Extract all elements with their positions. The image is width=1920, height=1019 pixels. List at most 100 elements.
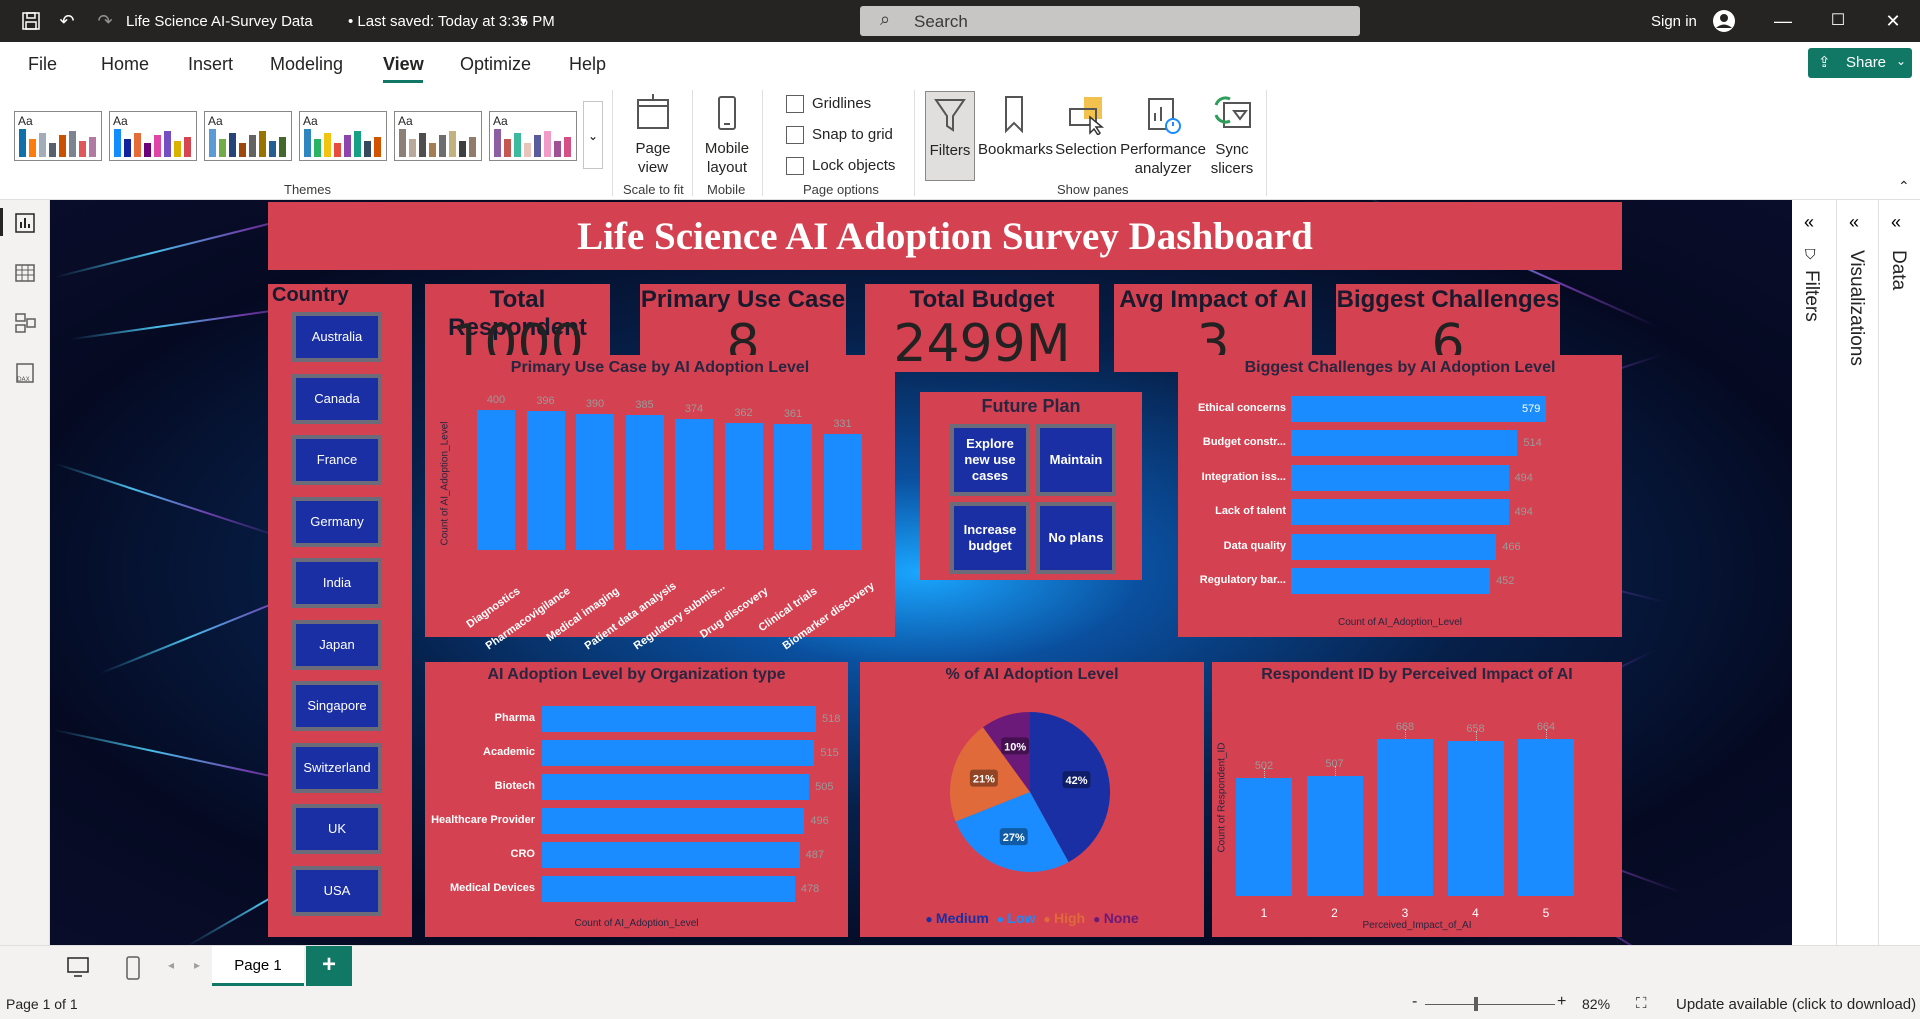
tab-view[interactable]: View bbox=[383, 54, 424, 75]
country-slicer-item[interactable]: Japan bbox=[292, 619, 382, 670]
bar[interactable] bbox=[1291, 568, 1491, 594]
collapse-data-icon[interactable]: « bbox=[1891, 212, 1901, 233]
dax-query-view-icon[interactable]: DAX bbox=[14, 362, 36, 389]
bar[interactable] bbox=[1447, 740, 1504, 896]
snap-to-grid-checkbox[interactable]: Snap to grid bbox=[786, 126, 893, 145]
future-plan-explore[interactable]: Explore new use cases bbox=[950, 424, 1030, 496]
bar[interactable] bbox=[1291, 396, 1546, 422]
model-view-icon[interactable] bbox=[14, 312, 36, 339]
undo-icon[interactable]: ↶ bbox=[56, 11, 78, 31]
country-slicer-item[interactable]: UK bbox=[292, 804, 382, 854]
mobile-layout-button[interactable]: Mobile layout bbox=[700, 94, 754, 177]
future-plan-no-plans[interactable]: No plans bbox=[1036, 502, 1116, 574]
bar[interactable] bbox=[1291, 499, 1509, 526]
bar[interactable] bbox=[724, 423, 763, 550]
phone-view-icon[interactable] bbox=[124, 956, 142, 985]
tab-insert[interactable]: Insert bbox=[188, 54, 233, 75]
bar[interactable] bbox=[576, 413, 614, 550]
report-view-icon[interactable] bbox=[14, 212, 36, 239]
gridlines-checkbox[interactable]: Gridlines bbox=[786, 95, 871, 114]
collapse-ribbon-icon[interactable]: ⌃ bbox=[1898, 178, 1910, 195]
account-icon[interactable] bbox=[1712, 9, 1735, 32]
country-slicer-item[interactable]: Germany bbox=[292, 496, 382, 547]
themes-expand-icon[interactable]: ⌄ bbox=[583, 101, 603, 169]
bar[interactable] bbox=[1518, 739, 1574, 896]
add-page-button[interactable]: + bbox=[306, 946, 352, 986]
bar[interactable] bbox=[1236, 777, 1292, 896]
theme-swatch[interactable]: Aa bbox=[489, 111, 577, 161]
future-plan-maintain[interactable]: Maintain bbox=[1036, 424, 1116, 496]
minimize-icon[interactable]: — bbox=[1772, 11, 1794, 31]
save-icon[interactable] bbox=[20, 11, 42, 31]
zoom-out-button[interactable]: - bbox=[1412, 993, 1417, 1011]
prev-page-icon[interactable]: ◂ bbox=[168, 958, 174, 972]
country-slicer-item[interactable]: Canada bbox=[292, 373, 382, 424]
bar[interactable] bbox=[1306, 776, 1363, 896]
page-view-button[interactable]: Page view bbox=[622, 94, 684, 177]
update-notice[interactable]: Update available (click to download) bbox=[1676, 996, 1916, 1013]
tab-help[interactable]: Help bbox=[569, 54, 606, 75]
bar[interactable] bbox=[625, 415, 664, 550]
country-slicer-item[interactable]: India bbox=[292, 558, 382, 608]
bar[interactable] bbox=[823, 434, 862, 550]
share-button[interactable]: ⇪ Share ⌄ bbox=[1808, 48, 1912, 78]
title-dropdown-chevron-icon[interactable]: ▼ bbox=[518, 16, 529, 28]
tab-optimize[interactable]: Optimize bbox=[460, 54, 531, 75]
theme-swatch[interactable]: Aa bbox=[109, 111, 197, 161]
sign-in-link[interactable]: Sign in bbox=[1651, 13, 1697, 30]
bookmarks-pane-button[interactable]: Bookmarks bbox=[978, 95, 1053, 159]
legend-item[interactable]: ● High bbox=[1043, 910, 1085, 926]
maximize-icon[interactable]: ☐ bbox=[1827, 11, 1849, 31]
zoom-in-button[interactable]: + bbox=[1557, 993, 1566, 1011]
collapse-filters-icon[interactable]: « bbox=[1804, 212, 1814, 233]
bar[interactable] bbox=[675, 419, 713, 550]
country-slicer-item[interactable]: USA bbox=[292, 865, 382, 916]
bar[interactable] bbox=[542, 876, 795, 902]
country-slicer-item[interactable]: Switzerland bbox=[292, 742, 382, 793]
legend-item[interactable]: ● Low bbox=[997, 910, 1036, 926]
bar[interactable] bbox=[1291, 430, 1518, 457]
selection-pane-button[interactable]: Selection bbox=[1052, 95, 1120, 159]
future-plan-increase-budget[interactable]: Increase budget bbox=[950, 502, 1030, 574]
filters-pane-button[interactable]: Filters bbox=[925, 91, 975, 181]
theme-swatch[interactable]: Aa bbox=[204, 111, 292, 161]
country-slicer-item[interactable]: Singapore bbox=[292, 681, 382, 731]
bar[interactable] bbox=[1291, 533, 1497, 560]
theme-swatch[interactable]: Aa bbox=[299, 111, 387, 161]
visualizations-pane[interactable]: « Visualizations bbox=[1836, 200, 1876, 945]
bar[interactable] bbox=[1291, 464, 1509, 491]
theme-swatch[interactable]: Aa bbox=[14, 111, 102, 161]
lock-objects-checkbox[interactable]: Lock objects bbox=[786, 157, 895, 176]
page-tab-page-1[interactable]: Page 1 bbox=[212, 946, 304, 986]
close-icon[interactable]: ✕ bbox=[1882, 11, 1904, 31]
sync-slicers-button[interactable]: Sync slicers bbox=[1204, 95, 1260, 178]
performance-analyzer-button[interactable]: Performance analyzer bbox=[1120, 95, 1206, 178]
desktop-view-icon[interactable] bbox=[66, 956, 90, 983]
bar[interactable] bbox=[477, 410, 515, 550]
bar[interactable] bbox=[542, 774, 810, 800]
filters-pane[interactable]: « ⛉ Filters bbox=[1792, 200, 1832, 945]
bar[interactable] bbox=[542, 808, 805, 834]
theme-swatch[interactable]: Aa bbox=[394, 111, 482, 161]
zoom-slider-thumb[interactable] bbox=[1474, 997, 1478, 1011]
next-page-icon[interactable]: ▸ bbox=[194, 958, 200, 972]
bar[interactable] bbox=[542, 740, 815, 766]
tab-home[interactable]: Home bbox=[101, 54, 149, 75]
zoom-slider[interactable] bbox=[1425, 1004, 1555, 1005]
table-view-icon[interactable] bbox=[14, 262, 36, 289]
bar[interactable] bbox=[1377, 738, 1433, 896]
bar[interactable] bbox=[526, 411, 565, 550]
bar[interactable] bbox=[542, 842, 800, 868]
tab-file[interactable]: File bbox=[28, 54, 57, 75]
bar[interactable] bbox=[774, 423, 812, 550]
collapse-visualizations-icon[interactable]: « bbox=[1849, 212, 1859, 233]
country-slicer-item[interactable]: France bbox=[292, 435, 382, 485]
data-pane[interactable]: « Data bbox=[1878, 200, 1918, 945]
country-slicer-item[interactable]: Australia bbox=[292, 312, 382, 362]
bar[interactable] bbox=[542, 706, 816, 732]
search-box[interactable]: ⌕ Search bbox=[860, 6, 1360, 36]
tab-modeling[interactable]: Modeling bbox=[270, 54, 343, 75]
redo-icon[interactable]: ↷ bbox=[94, 11, 116, 31]
legend-item[interactable]: ● Medium bbox=[925, 910, 988, 926]
legend-item[interactable]: ● None bbox=[1093, 910, 1139, 926]
